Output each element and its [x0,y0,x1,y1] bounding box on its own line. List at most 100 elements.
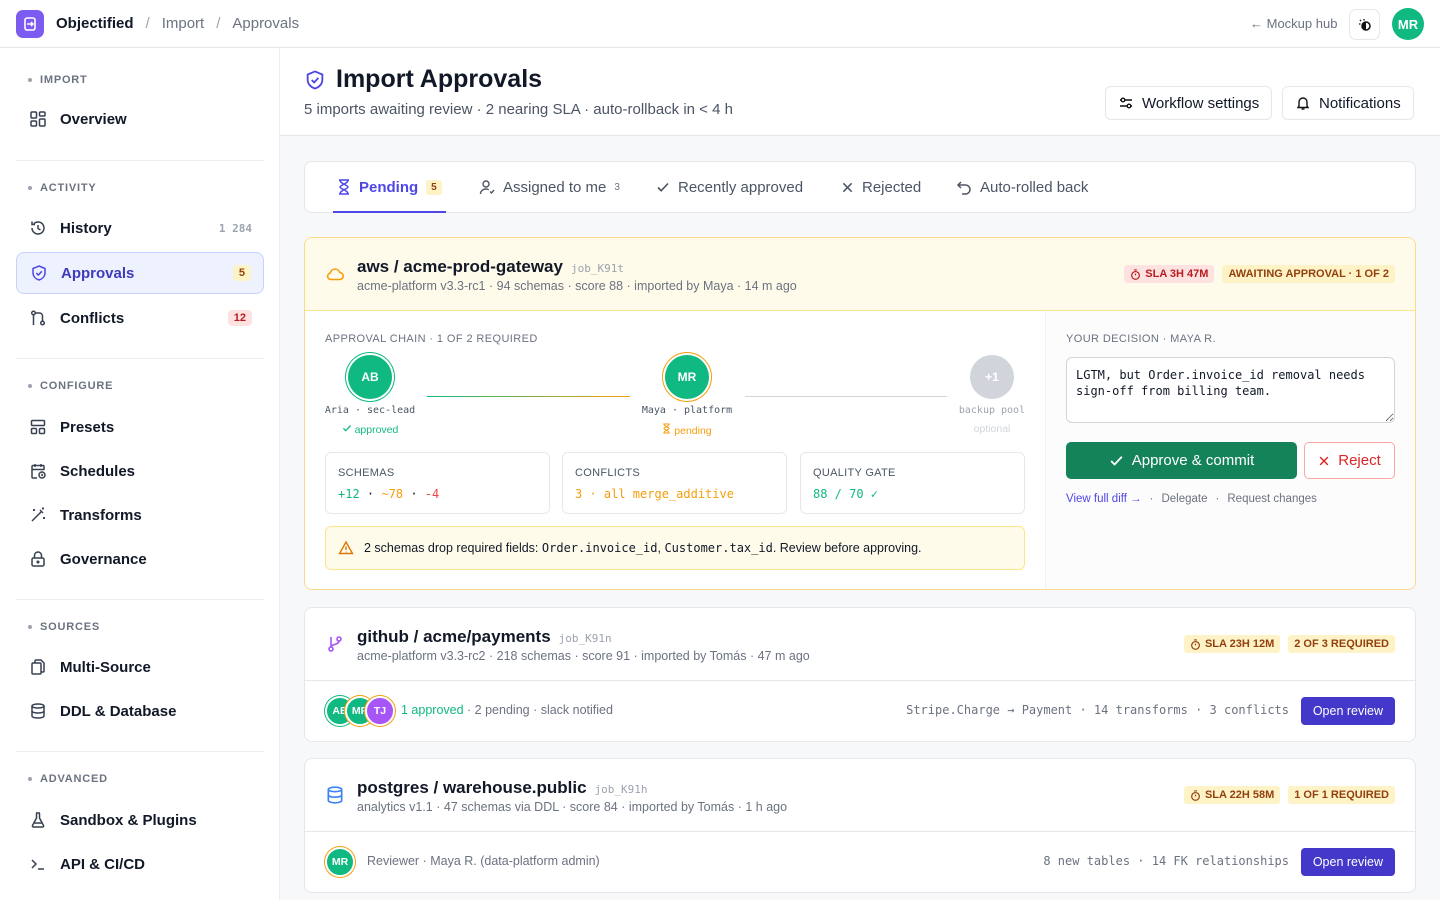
link-separator: · [1149,493,1154,505]
avatar[interactable]: TJ [365,696,395,726]
theme-toggle-button[interactable] [1349,9,1380,40]
sidebar-item-multi-source[interactable]: Multi-Source [16,646,264,688]
reject-button[interactable]: Reject [1304,442,1395,479]
bell-icon [1296,97,1310,110]
sidebar-section-sources: SOURCES [28,621,100,633]
breadcrumb: Objectified / Import / Approvals [56,15,299,32]
tab-pending[interactable]: Pending 5 [333,162,446,213]
sidebar-item-history[interactable]: History 1 284 [16,207,264,249]
approver-status: approved [315,423,425,436]
delegate-link[interactable]: Delegate [1161,493,1207,505]
notifications-button[interactable]: Notifications [1282,86,1414,120]
sidebar-item-schedules[interactable]: Schedules [16,450,264,492]
sidebar-item-overview[interactable]: Overview [16,98,264,140]
sidebar-item-label: DDL & Database [60,702,177,720]
sidebar-item-presets[interactable]: Presets [16,406,264,448]
sidebar-item-label: Sandbox & Plugins [60,811,197,829]
open-review-button[interactable]: Open review [1300,697,1395,725]
card-header: postgres / warehouse.public job_K91h ana… [305,759,1415,832]
breadcrumb-import[interactable]: Import [162,15,205,32]
sidebar-item-approvals[interactable]: Approvals 5 [16,252,264,294]
breadcrumb-separator: / [216,15,221,32]
history-icon [28,218,48,238]
import-name[interactable]: postgres / warehouse.public job_K91h [357,778,648,798]
tab-assigned-to-me[interactable]: Assigned to me 3 [479,162,620,212]
sidebar-item-label: Schedules [60,462,136,480]
sidebar-section-import: IMPORT [28,74,88,86]
check-icon [342,425,351,432]
card-badges: SLA 22H 58M 1 OF 1 REQUIRED [1183,786,1395,804]
import-title: aws / acme-prod-gateway [357,257,563,276]
warning-text: 2 schemas drop required fields: Order.in… [364,541,922,555]
import-logo-icon [24,17,36,31]
import-title: postgres / warehouse.public [357,778,587,797]
approval-chain-label: APPROVAL CHAIN · 1 OF 2 REQUIRED [325,333,538,345]
sidebar-item-governance[interactable]: Governance [16,538,264,580]
sidebar-item-api[interactable]: API & CI/CD [16,843,264,885]
approver-aria[interactable]: AB Aria · sec-lead approved [315,355,425,436]
workflow-settings-button[interactable]: Workflow settings [1105,86,1273,120]
terminal-icon [28,854,48,874]
top-bar: Objectified / Import / Approvals ← Mocku… [0,0,1440,48]
breadcrumb-approvals: Approvals [232,15,300,32]
sla-badge: SLA 22H 58M [1183,786,1281,804]
breadcrumb-app[interactable]: Objectified [56,15,134,32]
import-meta: acme-platform v3.3-rc1 · 94 schemas · sc… [357,279,797,293]
warning-triangle-icon [338,540,354,555]
sidebar-divider [16,160,264,161]
decision-panel: YOUR DECISION · MAYA R. LGTM, but Order.… [1045,311,1415,589]
decision-comment-input[interactable]: LGTM, but Order.invoice_id removal needs… [1066,357,1395,423]
sidebar-item-ddl-database[interactable]: DDL & Database [16,690,264,732]
sidebar-item-label: Multi-Source [60,658,151,676]
card-footer: AB MR TJ 1 approved · 2 pending · slack … [305,681,1415,741]
mockup-hub-link[interactable]: ← Mockup hub [1250,16,1337,31]
stat-value: 88 / 70 ✓ [813,487,879,501]
hourglass-icon [663,423,671,434]
history-count: 1 284 [218,221,252,235]
approver-maya[interactable]: MR Maya · platform pending [632,355,742,437]
sidebar-item-conflicts[interactable]: Conflicts 12 [16,297,264,339]
sidebar-item-transforms[interactable]: Transforms [16,494,264,536]
sidebar-item-label: API & CI/CD [60,855,146,873]
job-id: job_K91n [558,632,612,645]
check-icon [1110,456,1123,466]
stat-label: SCHEMAS [338,467,395,479]
status-badge: AWAITING APPROVAL · 1 OF 2 [1222,265,1395,283]
approver-name: Aria · sec-lead [324,405,416,416]
approver-avatar: +1 [970,355,1014,399]
calendar-clock-icon [28,461,48,481]
reviewer-avatars: AB MR TJ [325,696,395,726]
sidebar-section-configure: CONFIGURE [28,380,113,392]
page-title: Import Approvals [304,65,542,94]
git-branch-icon [328,636,342,652]
import-name[interactable]: github / acme/payments job_K91n [357,627,612,647]
job-id: job_K91h [594,783,648,796]
page-header: Import Approvals 5 imports awaiting revi… [280,48,1440,136]
sidebar-section-activity: ACTIVITY [28,182,97,194]
approve-commit-button[interactable]: Approve & commit [1066,442,1297,479]
review-progress: 1 approved · 2 pending · slack notified [401,703,613,717]
sidebar-item-sandbox[interactable]: Sandbox & Plugins [16,799,264,841]
app-logo[interactable] [16,10,44,38]
tab-label: Pending [359,178,419,196]
git-merge-icon [28,308,48,328]
conflicts-stat: CONFLICTS 3 · all merge_additive [562,452,787,514]
open-review-button[interactable]: Open review [1300,848,1395,876]
tab-label: Assigned to me [503,178,607,196]
view-full-diff-link[interactable]: View full diff → [1066,493,1142,505]
request-changes-link[interactable]: Request changes [1227,493,1317,505]
import-name[interactable]: aws / acme-prod-gateway job_K91t [357,257,624,277]
layout-icon [28,417,48,437]
tab-auto-rolled-back[interactable]: Auto-rolled back [956,162,1088,212]
tab-recently-approved[interactable]: Recently approved [656,162,803,212]
reviewer-text: Reviewer · Maya R. (data-platform admin) [367,854,600,868]
page-title-text: Import Approvals [336,65,543,93]
approver-name: backup pool [958,405,1026,416]
tab-rejected[interactable]: Rejected [841,162,921,212]
user-avatar[interactable]: MR [1392,8,1424,40]
avatar[interactable]: MR [325,847,355,877]
import-meta: acme-platform v3.3-rc2 · 218 schemas · s… [357,649,810,663]
approver-backup-pool[interactable]: +1 backup pool optional [937,355,1047,435]
decision-links: View full diff → · Delegate · Request ch… [1066,493,1317,505]
tab-count-badge: 5 [426,179,442,195]
